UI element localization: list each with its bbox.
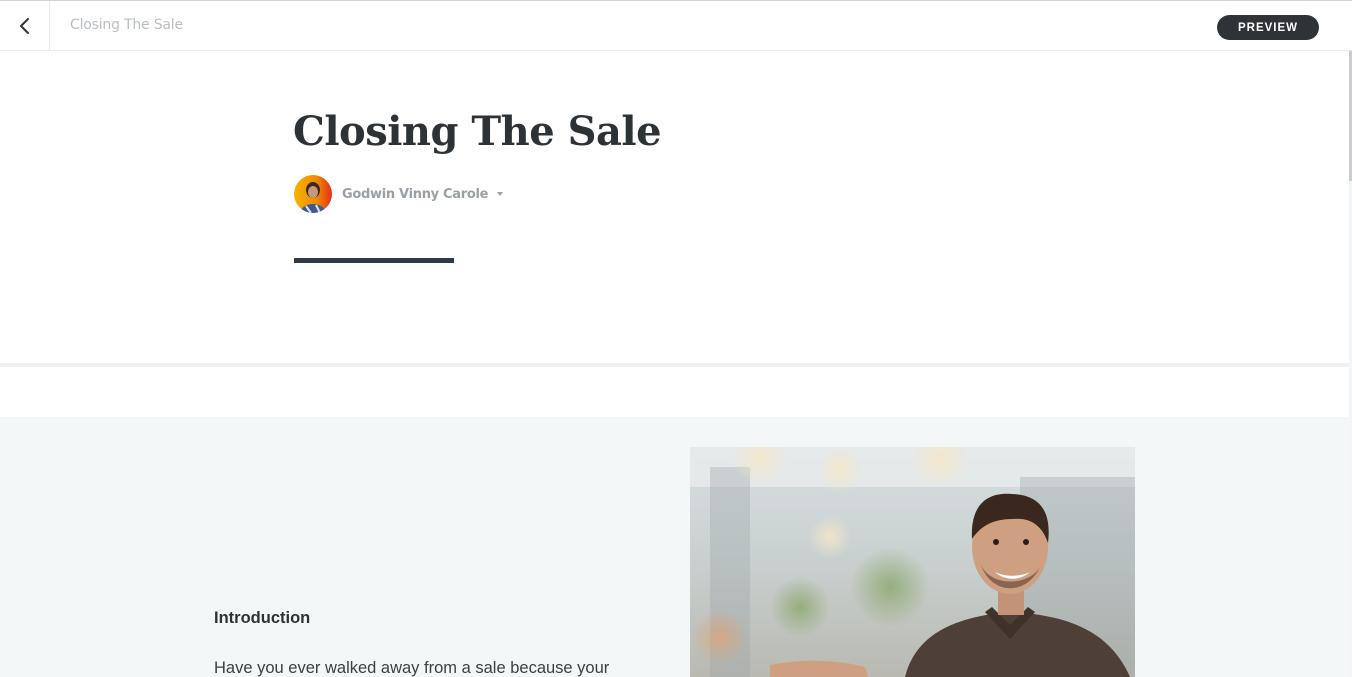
avatar xyxy=(294,175,332,213)
preview-button[interactable]: PREVIEW xyxy=(1217,15,1319,40)
section-heading[interactable]: Introduction xyxy=(214,609,310,628)
document-title: Closing The Sale xyxy=(70,17,183,33)
author-selector[interactable]: Godwin Vinny Carole xyxy=(294,175,504,213)
chevron-left-icon xyxy=(19,18,29,34)
caret-down-icon xyxy=(497,192,504,196)
title-underline xyxy=(294,258,454,263)
top-bar: Closing The Sale PREVIEW xyxy=(0,0,1352,51)
section-divider xyxy=(0,363,1349,367)
content-section xyxy=(0,417,1349,677)
page-title[interactable]: Closing The Sale xyxy=(293,108,662,155)
salesman-photo[interactable] xyxy=(690,447,1135,677)
author-name: Godwin Vinny Carole xyxy=(342,186,489,202)
back-button[interactable] xyxy=(0,1,50,51)
section-paragraph[interactable]: Have you ever walked away from a sale be… xyxy=(214,659,609,677)
